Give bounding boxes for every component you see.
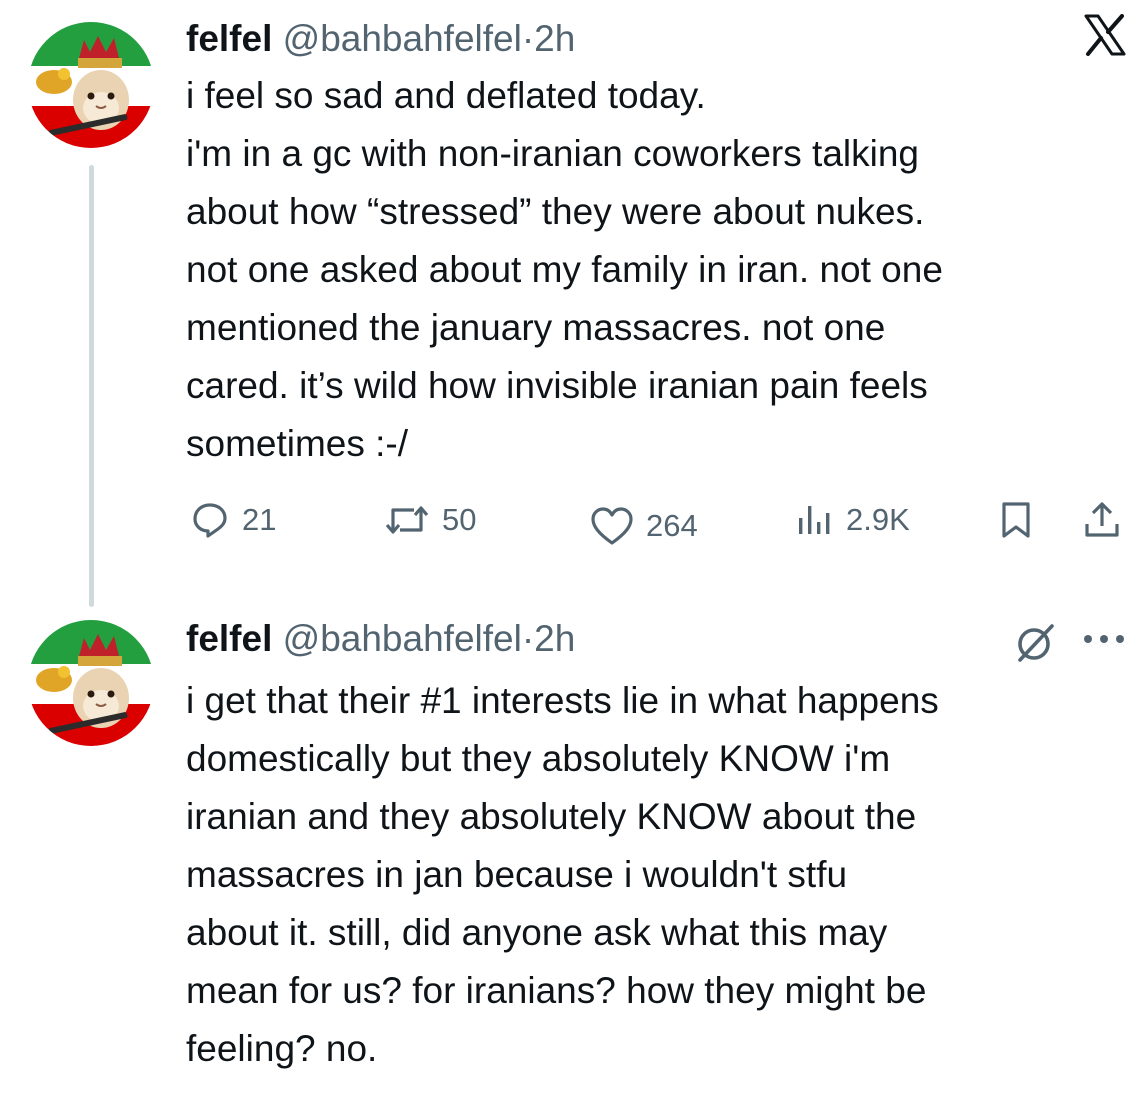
- tweet-line: iranian and they absolutely KNOW about t…: [186, 796, 917, 837]
- separator-dot: ·: [521, 18, 535, 59]
- author-name[interactable]: felfel: [186, 618, 272, 659]
- tweet-line: cared. it’s wild how invisible iranian p…: [186, 365, 928, 406]
- separator-dot: ·: [521, 618, 535, 659]
- like-button[interactable]: 264: [590, 494, 698, 558]
- tweet-line: about it. still, did anyone ask what thi…: [186, 912, 888, 953]
- grok-icon[interactable]: [1014, 620, 1058, 669]
- tweet-text: i get that their #1 interests lie in wha…: [186, 672, 939, 1078]
- author-name[interactable]: felfel: [186, 18, 272, 59]
- repost-count: 50: [442, 502, 477, 537]
- reply-count: 21: [242, 502, 277, 537]
- tweet-header: felfel @bahbahfelfel·2h: [186, 617, 575, 661]
- tweet-line: about how “stressed” they were about nuk…: [186, 191, 925, 232]
- avatar[interactable]: [28, 22, 154, 148]
- views-count: 2.9K: [846, 502, 910, 537]
- author-handle[interactable]: @bahbahfelfel: [283, 618, 522, 659]
- bookmark-button[interactable]: [998, 488, 1034, 552]
- share-button[interactable]: [1082, 488, 1122, 552]
- share-icon: [1082, 500, 1122, 540]
- timestamp[interactable]: 2h: [534, 618, 575, 659]
- tweet-line: feeling? no.: [186, 1028, 378, 1069]
- tweet-text: i feel so sad and deflated today. i'm in…: [186, 67, 943, 473]
- reply-icon: [190, 500, 230, 540]
- repost-button[interactable]: 50: [384, 488, 476, 552]
- repost-icon: [384, 500, 430, 540]
- tweet-header: felfel @bahbahfelfel·2h: [186, 17, 575, 61]
- x-logo-icon: [1084, 14, 1126, 61]
- tweet-actions: 21 50 264 2.9K: [186, 488, 1136, 552]
- author-handle[interactable]: @bahbahfelfel: [283, 18, 522, 59]
- avatar-image: [28, 620, 154, 746]
- avatar-image: [28, 22, 154, 148]
- tweet-line: i feel so sad and deflated today.: [186, 75, 706, 116]
- views-icon: [794, 500, 834, 540]
- thread-connector-line: [89, 165, 94, 607]
- tweet-line: mean for us? for iranians? how they migh…: [186, 970, 927, 1011]
- tweet-line: not one asked about my family in iran. n…: [186, 249, 943, 290]
- reply-button[interactable]: 21: [190, 488, 276, 552]
- bookmark-icon: [998, 500, 1034, 540]
- like-icon: [590, 506, 634, 546]
- avatar[interactable]: [28, 620, 154, 746]
- tweet-line: i get that their #1 interests lie in wha…: [186, 680, 939, 721]
- tweet-line: i'm in a gc with non-iranian coworkers t…: [186, 133, 919, 174]
- timestamp[interactable]: 2h: [534, 18, 575, 59]
- views-button[interactable]: 2.9K: [794, 488, 910, 552]
- tweet-line: mentioned the january massacres. not one: [186, 307, 886, 348]
- tweet-line: domestically but they absolutely KNOW i'…: [186, 738, 891, 779]
- more-icon[interactable]: [1082, 632, 1130, 650]
- tweet-line: sometimes :-/: [186, 423, 409, 464]
- like-count: 264: [646, 508, 698, 543]
- tweet-line: massacres in jan because i wouldn't stfu: [186, 854, 848, 895]
